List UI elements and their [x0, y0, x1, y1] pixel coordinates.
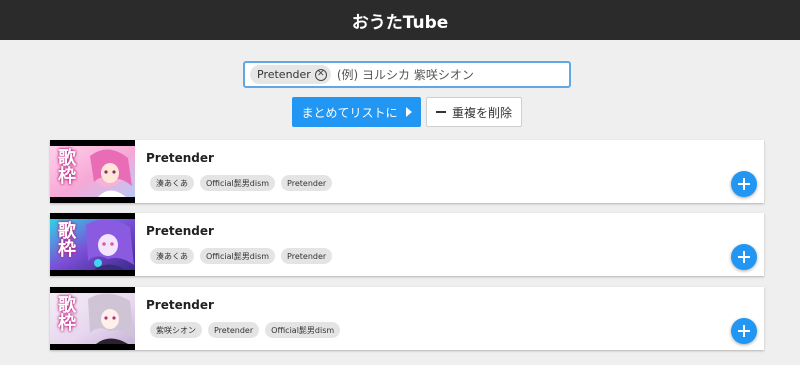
chip-close-icon[interactable]: ✕	[314, 68, 327, 81]
thumbnail-text: 歌枠	[55, 148, 76, 184]
add-all-to-list-label: まとめてリストに	[301, 105, 398, 120]
thumbnail-text: 歌枠	[55, 221, 76, 257]
video-thumbnail[interactable]: 歌枠	[50, 213, 135, 276]
tag[interactable]: 湊あくあ	[150, 248, 194, 264]
tag[interactable]: Official髭男dism	[200, 248, 276, 264]
video-title[interactable]: Pretender	[146, 298, 214, 312]
remove-duplicates-button[interactable]: 重複を削除	[426, 97, 522, 127]
video-thumbnail[interactable]: 歌枠	[50, 140, 135, 203]
search-input[interactable]	[336, 67, 569, 82]
plus-icon	[738, 178, 750, 190]
tag-list: 湊あくあ Official髭男dism Pretender	[150, 248, 333, 264]
tag-list: 紫咲シオン Pretender Official髭男dism	[150, 322, 341, 338]
add-all-to-list-button[interactable]: まとめてリストに	[292, 97, 421, 127]
tag[interactable]: Pretender	[281, 248, 333, 264]
add-to-list-button[interactable]	[731, 171, 757, 197]
app-title: おうたTube	[351, 12, 449, 33]
video-thumbnail[interactable]: 歌枠	[50, 287, 135, 350]
plus-icon	[738, 251, 750, 263]
tag-list: 湊あくあ Official髭男dism Pretender	[150, 175, 333, 191]
video-card[interactable]: 歌枠 Pretender 紫咲シオン Pretender Official髭男d…	[50, 287, 764, 350]
search-box[interactable]: Pretender ✕	[243, 61, 571, 88]
app-header: おうたTube	[0, 0, 800, 40]
add-to-list-button[interactable]	[731, 318, 757, 344]
search-chip-label: Pretender	[257, 68, 311, 81]
tag[interactable]: 湊あくあ	[150, 175, 194, 191]
remove-duplicates-label: 重複を削除	[451, 105, 512, 120]
tag[interactable]: Pretender	[281, 175, 333, 191]
tag[interactable]: Official髭男dism	[200, 175, 276, 191]
video-title[interactable]: Pretender	[146, 224, 214, 238]
thumbnail-text: 歌枠	[55, 295, 76, 331]
search-chip[interactable]: Pretender ✕	[250, 65, 331, 84]
add-to-list-button[interactable]	[731, 244, 757, 270]
video-title[interactable]: Pretender	[146, 151, 214, 165]
minus-icon	[435, 111, 446, 113]
tag[interactable]: Pretender	[208, 322, 260, 338]
tag[interactable]: Official髭男dism	[265, 322, 341, 338]
tag[interactable]: 紫咲シオン	[150, 322, 202, 338]
play-icon	[405, 107, 412, 117]
video-card[interactable]: 歌枠 Pretender 湊あくあ Official髭男dism Pretend…	[50, 213, 764, 276]
plus-icon	[738, 325, 750, 337]
video-card[interactable]: 歌枠 Pretender 湊あくあ Official髭男dism Pretend…	[50, 140, 764, 203]
